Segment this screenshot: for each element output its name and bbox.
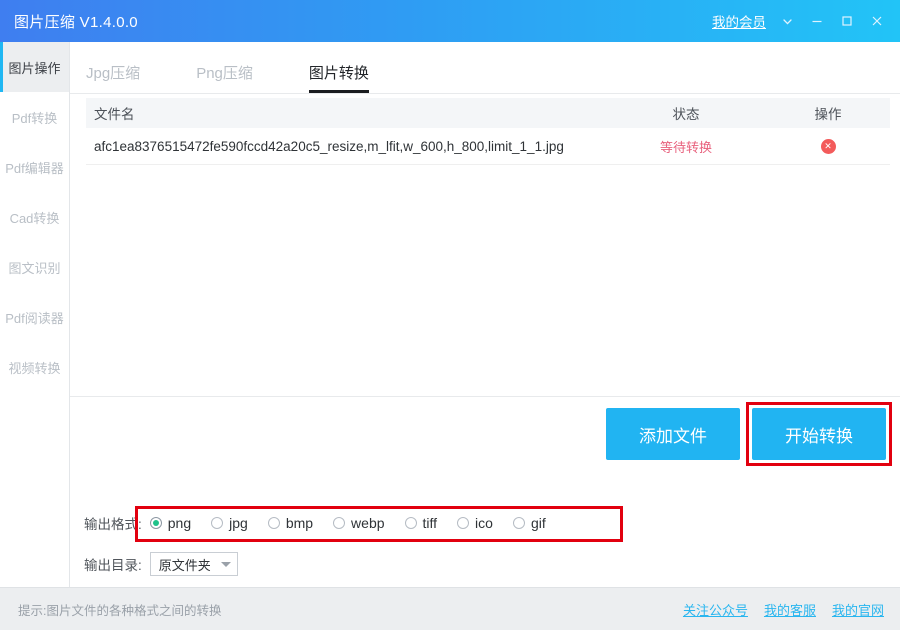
radio-dot-icon [457,517,469,529]
sidebar-item-label: Cad转换 [10,208,60,227]
tab-label: Png压缩 [196,65,253,82]
sidebar-item-label: 图片操作 [8,58,60,77]
footer-link-official-account[interactable]: 关注公众号 [683,600,748,619]
radio-label: bmp [286,515,313,531]
sidebar-item-video-convert[interactable]: 视频转换 [0,342,69,392]
radio-dot-icon [333,517,345,529]
output-dir-label: 输出目录: [84,554,142,574]
title-bar: 图片压缩 V1.4.0.0 我的会员 [0,0,900,42]
maximize-icon[interactable] [832,0,862,42]
radio-jpg[interactable]: jpg [211,515,248,531]
tab-bar: Jpg压缩 Png压缩 图片转换 [70,42,900,94]
sidebar-item-pdf-reader[interactable]: Pdf阅读器 [0,292,69,342]
status-badge: 等待转换 [660,140,712,155]
output-format-radio-group: png jpg bmp webp tiff ico [150,515,566,531]
cell-filename: afc1ea8376515472fe590fccd42a20c5_resize,… [86,139,606,154]
app-title: 图片压缩 V1.4.0.0 [14,11,138,32]
footer-bar: 提示:图片文件的各种格式之间的转换 关注公众号 我的客服 我的官网 [0,587,900,630]
app-window: 图片压缩 V1.4.0.0 我的会员 图片操作 Pdf转换 Pdf编辑器 [0,0,900,630]
cell-action: ✕ [766,138,890,154]
output-dir-value: 原文件夹 [159,555,211,574]
close-icon[interactable] [862,0,892,42]
my-member-link[interactable]: 我的会员 [712,11,766,31]
radio-png[interactable]: png [150,515,191,531]
radio-dot-icon [405,517,417,529]
sidebar-item-pdf-convert[interactable]: Pdf转换 [0,92,69,142]
radio-dot-icon [150,517,162,529]
radio-dot-icon [513,517,525,529]
radio-label: tiff [423,515,438,531]
radio-tiff[interactable]: tiff [405,515,438,531]
sidebar-item-label: 图文识别 [8,258,60,277]
footer-link-website[interactable]: 我的官网 [832,600,884,619]
output-dir-select[interactable]: 原文件夹 [150,552,238,576]
sidebar-item-cad-convert[interactable]: Cad转换 [0,192,69,242]
minimize-icon[interactable] [802,0,832,42]
radio-bmp[interactable]: bmp [268,515,313,531]
sidebar-item-label: 视频转换 [8,358,60,377]
file-table: 文件名 状态 操作 afc1ea8376515472fe590fccd42a20… [86,98,890,165]
output-dir-row: 输出目录: 原文件夹 [84,552,238,576]
column-header-filename: 文件名 [86,103,606,123]
output-format-row: 输出格式: png jpg bmp webp tiff [84,513,566,533]
column-header-status: 状态 [606,103,766,123]
content-divider [70,396,900,397]
sidebar-item-label: Pdf转换 [12,108,58,127]
tab-png-compress[interactable]: Png压缩 [196,62,253,93]
cell-status: 等待转换 [606,137,766,156]
tab-jpg-compress[interactable]: Jpg压缩 [86,62,140,93]
radio-label: jpg [229,515,248,531]
sidebar-item-pdf-editor[interactable]: Pdf编辑器 [0,142,69,192]
table-header-row: 文件名 状态 操作 [86,98,890,128]
sidebar-item-ocr[interactable]: 图文识别 [0,242,69,292]
window-controls: 我的会员 [712,0,900,42]
footer-link-support[interactable]: 我的客服 [764,600,816,619]
sidebar-item-label: Pdf编辑器 [5,158,64,177]
start-convert-button[interactable]: 开始转换 [752,408,886,460]
add-file-button[interactable]: 添加文件 [606,408,740,460]
radio-label: webp [351,515,384,531]
sidebar-item-image-ops[interactable]: 图片操作 [0,42,69,92]
radio-label: gif [531,515,546,531]
sidebar: 图片操作 Pdf转换 Pdf编辑器 Cad转换 图文识别 Pdf阅读器 视频转换 [0,42,70,587]
output-format-label: 输出格式: [84,513,142,533]
radio-dot-icon [211,517,223,529]
column-header-action: 操作 [766,103,890,123]
tab-image-convert[interactable]: 图片转换 [309,62,369,93]
radio-label: png [168,515,191,531]
sidebar-item-label: Pdf阅读器 [5,308,64,327]
radio-gif[interactable]: gif [513,515,546,531]
footer-links: 关注公众号 我的客服 我的官网 [667,600,884,619]
delete-circle-icon[interactable]: ✕ [821,139,836,154]
footer-tip-text: 提示:图片文件的各种格式之间的转换 [18,600,221,619]
tab-label: 图片转换 [309,65,369,82]
table-row[interactable]: afc1ea8376515472fe590fccd42a20c5_resize,… [86,128,890,165]
radio-dot-icon [268,517,280,529]
chevron-down-icon[interactable] [772,0,802,42]
radio-webp[interactable]: webp [333,515,384,531]
caret-down-icon [221,562,231,567]
tab-label: Jpg压缩 [86,65,140,82]
radio-label: ico [475,515,493,531]
radio-ico[interactable]: ico [457,515,493,531]
